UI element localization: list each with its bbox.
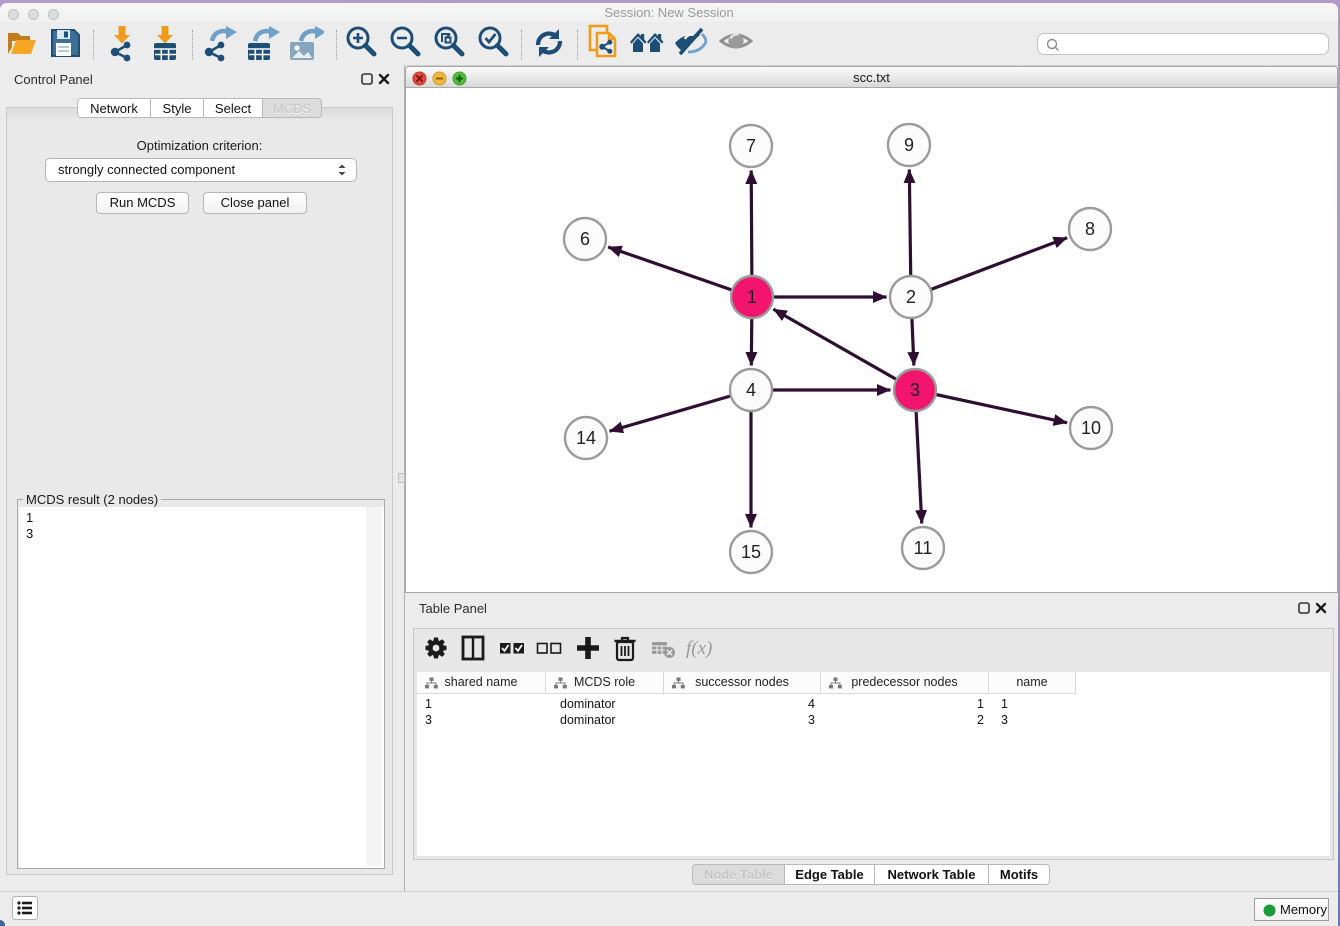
svg-text:4: 4: [746, 380, 756, 400]
svg-text:7: 7: [746, 136, 756, 156]
svg-text:15: 15: [741, 542, 761, 562]
svg-text:2: 2: [906, 287, 916, 307]
svg-text:14: 14: [576, 428, 596, 448]
svg-text:1: 1: [747, 287, 757, 307]
svg-text:6: 6: [580, 229, 590, 249]
svg-text:9: 9: [904, 135, 914, 155]
svg-text:3: 3: [910, 380, 920, 400]
svg-text:f(x): f(x): [686, 638, 712, 659]
svg-text:11: 11: [914, 538, 933, 558]
svg-text:10: 10: [1081, 418, 1101, 438]
svg-text:8: 8: [1085, 219, 1095, 239]
